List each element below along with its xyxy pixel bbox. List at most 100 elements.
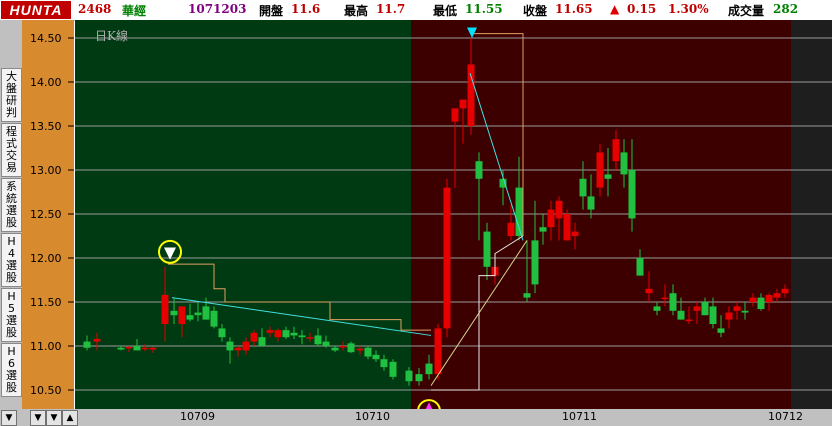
y-tick-label: 11.00	[30, 340, 62, 353]
candle-body	[620, 152, 628, 175]
dropdown-button[interactable]: ▼	[46, 410, 62, 426]
high-label: 最高	[344, 4, 369, 18]
candle-body	[380, 359, 388, 368]
candle-body	[298, 335, 306, 338]
x-tick-label: 10709	[180, 410, 215, 423]
candlestick-chart[interactable]: 日K線	[75, 20, 832, 409]
candle-body	[717, 328, 725, 333]
candle	[389, 359, 397, 380]
candle-body	[781, 288, 789, 294]
candle-body	[405, 370, 413, 382]
candle-body	[749, 297, 757, 302]
up-arrow-icon: ▲	[610, 2, 620, 16]
side-tab[interactable]: 程式交易	[1, 123, 22, 177]
candle-body	[555, 200, 563, 219]
candle-body	[459, 99, 467, 109]
close-label: 收盤	[523, 4, 548, 18]
candle-body	[523, 293, 531, 298]
candle-body	[693, 306, 701, 311]
candle-body	[372, 354, 380, 360]
candle-body	[636, 258, 644, 276]
hunta-logo: HUNTA	[1, 1, 71, 19]
candle-body	[669, 293, 677, 311]
candle-body	[741, 310, 749, 313]
side-tab[interactable]: 系統選股	[1, 178, 22, 232]
side-tab[interactable]: H4選股	[1, 233, 22, 287]
candle-body	[339, 346, 347, 348]
y-tick-label: 14.50	[30, 32, 62, 45]
candle-body	[701, 302, 709, 316]
candle-body	[596, 152, 604, 188]
candle	[443, 178, 451, 338]
y-tick-label: 12.00	[30, 252, 62, 265]
candle-body	[645, 288, 653, 294]
candle-body	[425, 363, 433, 375]
quote-header: HUNTA 2468 華經 1071203 開盤 11.6 最高 11.7 最低…	[0, 0, 832, 21]
candle-body	[347, 343, 355, 353]
candle-body	[612, 139, 620, 162]
candle-body	[306, 337, 314, 339]
x-tick-label: 10711	[562, 410, 597, 423]
stock-name: 華經	[122, 4, 147, 18]
side-tab[interactable]: 大盤研判	[1, 68, 22, 122]
zoom-out-button[interactable]: ▼	[30, 410, 46, 426]
candle-body	[83, 341, 91, 348]
side-tabs: 大盤研判程式交易系統選股H4選股H5選股H6選股	[1, 68, 22, 398]
candle-body	[507, 222, 515, 236]
zoom-in-button[interactable]: ▲	[62, 410, 78, 426]
candle-body	[547, 209, 555, 228]
price-axis: 10.50 11.00 11.50 12.00 12.50 13.00 13.50 14.00…	[22, 20, 74, 409]
candle-body	[170, 310, 178, 316]
high-value: 11.7	[376, 2, 406, 16]
candle-body	[242, 341, 250, 351]
open-label: 開盤	[259, 4, 284, 18]
candle-body	[389, 361, 397, 377]
candle-body	[331, 347, 339, 351]
candle-body	[226, 341, 234, 351]
candle-body	[579, 178, 587, 197]
candle-body	[587, 196, 595, 210]
candle-body	[685, 319, 693, 322]
candle-body	[322, 341, 330, 346]
candle-body	[773, 293, 781, 298]
candle-body	[161, 294, 169, 324]
candle-body	[725, 312, 733, 320]
candle-body	[475, 161, 483, 179]
candle-body	[539, 227, 547, 232]
x-tick-label: 10710	[355, 410, 390, 423]
chart-label: 日K線	[95, 28, 128, 43]
candle-body	[234, 347, 242, 351]
price-axis-ticks: 10.50 11.00 11.50 12.00 12.50 13.00 13.50 14.00…	[30, 32, 74, 397]
candle-body	[314, 335, 322, 345]
candle-body	[202, 306, 210, 320]
close-value: 11.65	[555, 2, 593, 16]
candle-body	[356, 348, 364, 351]
candle-body	[178, 306, 186, 324]
quote-date: 1071203	[188, 2, 247, 16]
candle-body	[274, 330, 282, 338]
volume-label: 成交量	[728, 4, 765, 18]
candle-body	[266, 330, 274, 333]
stock-code: 2468	[78, 2, 112, 16]
y-tick-label: 12.50	[30, 208, 62, 221]
candle-body	[709, 306, 717, 324]
low-value: 11.55	[465, 2, 503, 16]
side-tab[interactable]: H6選股	[1, 343, 22, 397]
candle-body	[443, 187, 451, 329]
y-tick-label: 13.50	[30, 120, 62, 133]
candle-body	[149, 347, 157, 350]
y-tick-label: 14.00	[30, 76, 62, 89]
candle-body	[117, 347, 125, 350]
bottom-bar	[0, 409, 832, 426]
y-tick-label: 10.50	[30, 384, 62, 397]
scroll-left-button[interactable]: ▼	[1, 410, 17, 426]
candle-body	[258, 337, 266, 346]
candle-body	[93, 338, 101, 342]
open-value: 11.6	[291, 2, 321, 16]
candle-body	[467, 64, 475, 126]
side-tab[interactable]: H5選股	[1, 288, 22, 342]
candle-body	[757, 297, 765, 310]
change-percent: 1.30%	[668, 2, 709, 16]
x-tick-label: 10712	[768, 410, 803, 423]
candle-body	[677, 310, 685, 320]
